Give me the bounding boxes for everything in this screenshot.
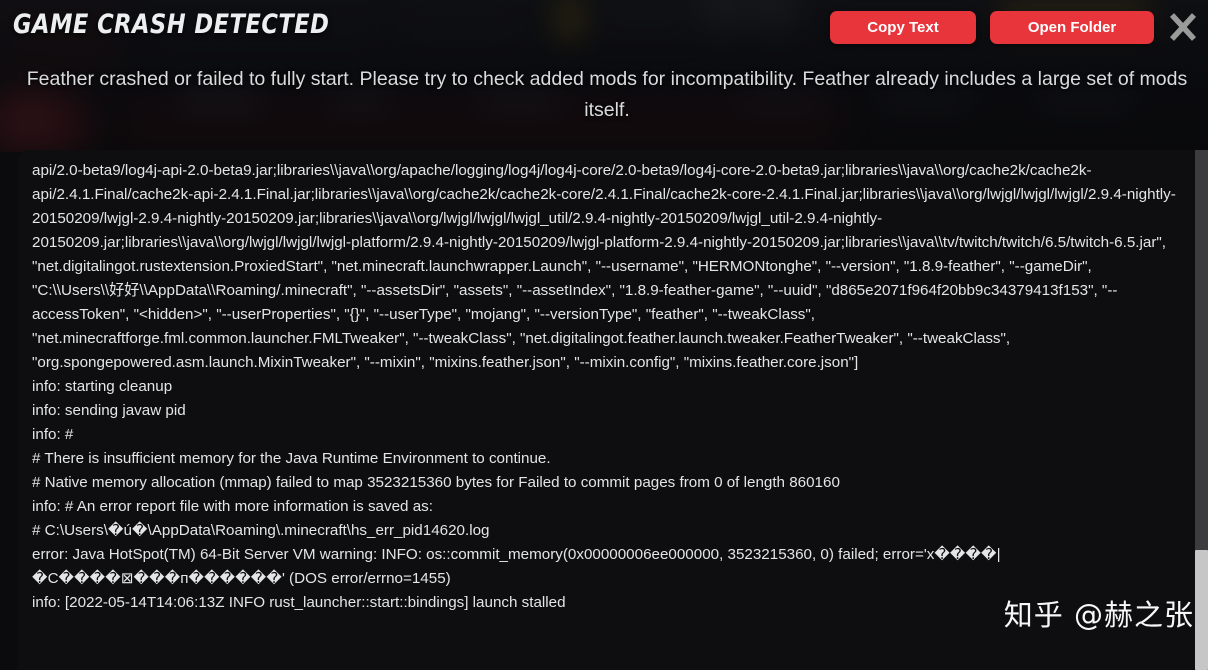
close-button[interactable]: [1166, 10, 1200, 44]
log-line: info: [2022-05-14T14:06:13Z INFO rust_la…: [32, 594, 566, 611]
log-line: info: sending javaw pid: [32, 402, 186, 419]
header: GAME CRASH DETECTED Copy Text Open Folde…: [0, 0, 1208, 152]
log-line: info: #: [32, 426, 74, 443]
crash-report-window: GAME CRASH DETECTED Copy Text Open Folde…: [0, 0, 1208, 670]
log-line: # Native memory allocation (mmap) failed…: [32, 474, 840, 491]
close-icon: [1168, 12, 1198, 42]
log-line: error: Java HotSpot(TM) 64-Bit Server VM…: [32, 546, 1001, 587]
log-scrollbar-track[interactable]: [1195, 150, 1208, 670]
log-line: info: # An error report file with more i…: [32, 498, 433, 515]
crash-log-text: api/2.0-beta9/log4j-api-2.0-beta9.jar;li…: [18, 150, 1194, 670]
log-line: info: starting cleanup: [32, 378, 173, 395]
log-line: # C:\Users\�ú�\AppData\Roaming\.minecraf…: [32, 522, 490, 539]
header-actions: Copy Text Open Folder: [830, 10, 1200, 44]
open-folder-button[interactable]: Open Folder: [990, 10, 1154, 44]
page-title: GAME CRASH DETECTED: [13, 9, 330, 40]
crash-description: Feather crashed or failed to fully start…: [26, 68, 1188, 121]
log-line: # There is insufficient memory for the J…: [32, 450, 551, 467]
crash-log-panel[interactable]: api/2.0-beta9/log4j-api-2.0-beta9.jar;li…: [18, 150, 1208, 670]
log-line: api/2.0-beta9/log4j-api-2.0-beta9.jar;li…: [32, 162, 1176, 371]
copy-text-button[interactable]: Copy Text: [830, 10, 976, 44]
log-scrollbar-thumb[interactable]: [1195, 550, 1208, 670]
